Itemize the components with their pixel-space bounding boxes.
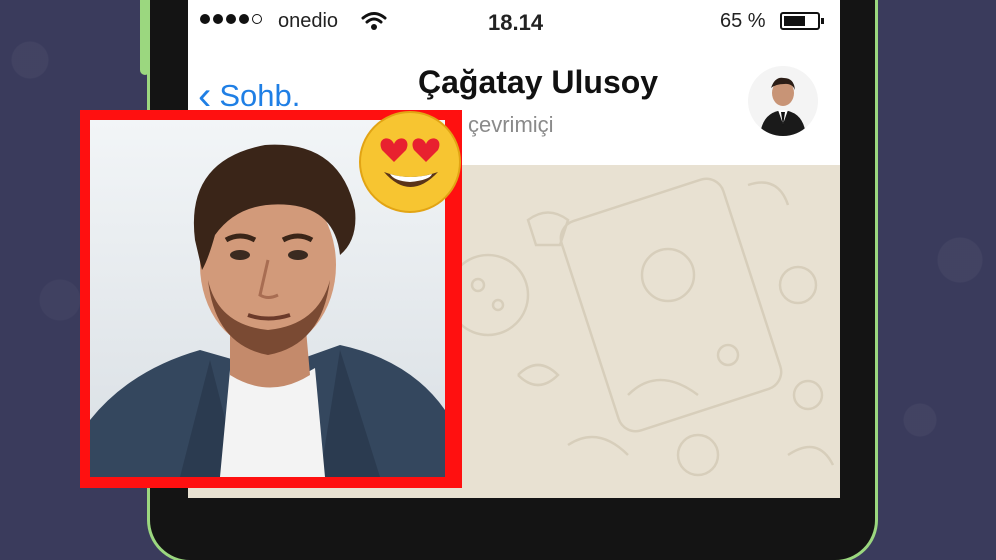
wifi-icon: [361, 10, 387, 37]
heart-eyes-emoji-icon: [358, 110, 462, 214]
contact-status: çevrimiçi: [468, 112, 554, 137]
status-clock: 18.14: [488, 10, 544, 35]
battery-percent: 65 %: [720, 10, 766, 32]
carrier-name: onedio: [278, 10, 339, 32]
phone-side-button: [140, 0, 150, 75]
back-label: Sohb.: [219, 78, 301, 113]
status-bar: onedio 18.14 65 %: [188, 0, 840, 48]
avatar[interactable]: [748, 66, 818, 136]
contact-name[interactable]: Çağatay Ulusoy: [418, 64, 658, 101]
battery-icon: [780, 12, 824, 30]
signal-dots-icon: [200, 14, 262, 24]
